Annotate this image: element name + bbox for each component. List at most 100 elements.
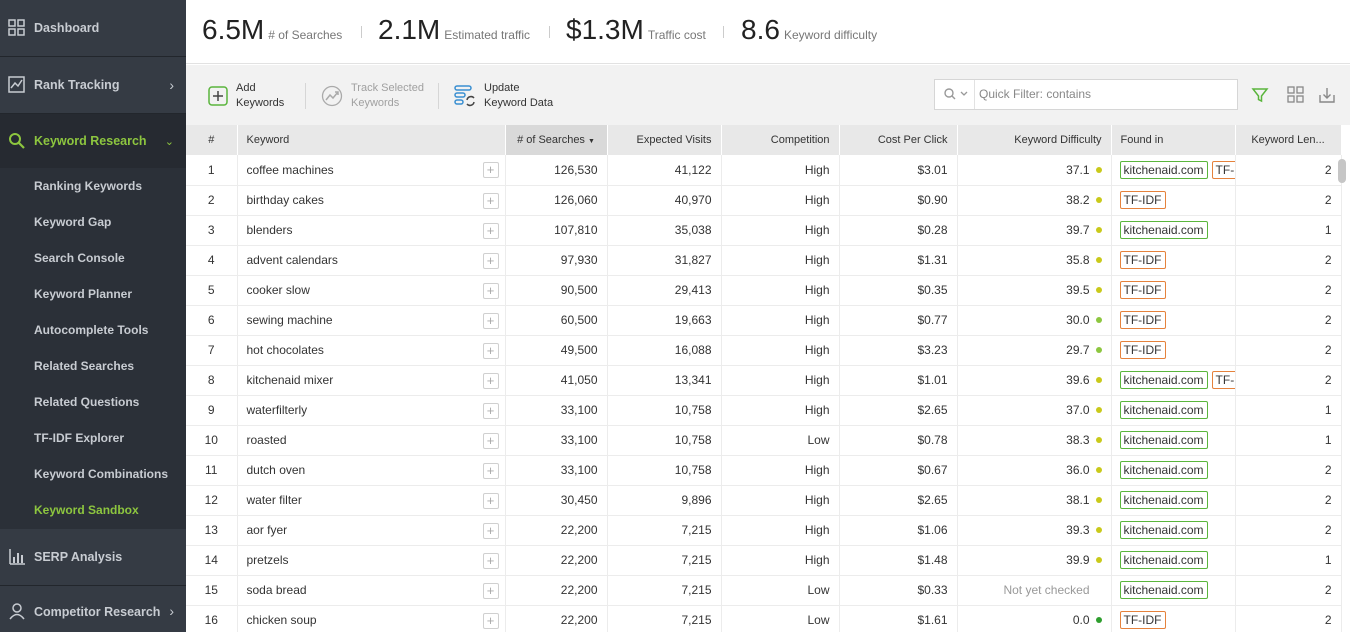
nav-keyword-research[interactable]: Keyword Research ⌄: [0, 114, 186, 168]
cell-keyword-difficulty: 30.0: [957, 305, 1112, 336]
cell-keyword: water filter +: [237, 485, 506, 516]
add-keyword-plus-icon[interactable]: +: [482, 282, 499, 299]
cell-keyword-difficulty: 35.8: [957, 245, 1112, 276]
cell-num: 15: [186, 575, 238, 606]
header-expected-visits[interactable]: Expected Visits: [607, 125, 722, 155]
found-in-tag: TF-IDF: [1119, 251, 1166, 269]
sidebar-item-search-console[interactable]: Search Console: [34, 251, 125, 265]
table-row[interactable]: 2 birthday cakes +126,060 40,970 High $0.90 38…: [186, 185, 1342, 216]
header-searches[interactable]: # of Searches ▼: [505, 125, 608, 155]
header-num[interactable]: #: [186, 125, 238, 155]
sidebar-item-keyword-planner[interactable]: Keyword Planner: [34, 287, 132, 301]
cell-searches: 97,930: [505, 245, 608, 276]
difficulty-status-dot: [1095, 347, 1102, 353]
table-row[interactable]: 1 coffee machines +126,530 41,122 High $3.01 3…: [186, 155, 1342, 186]
sidebar-item-keyword-combinations[interactable]: Keyword Combinations: [34, 467, 168, 481]
add-keyword-plus-icon[interactable]: +: [482, 192, 499, 209]
grid-view-icon[interactable]: [1286, 85, 1306, 105]
nav-dashboard[interactable]: Dashboard: [0, 0, 186, 56]
dashboard-icon: [8, 19, 25, 36]
header-competition[interactable]: Competition: [721, 125, 840, 155]
add-keyword-plus-icon[interactable]: +: [482, 312, 499, 329]
add-keyword-plus-icon[interactable]: +: [482, 402, 499, 419]
add-keyword-plus-icon[interactable]: +: [482, 432, 499, 449]
header-keyword-difficulty[interactable]: Keyword Difficulty: [957, 125, 1112, 155]
table-row[interactable]: 7 hot chocolates +49,500 16,088 High $3.23 29.…: [186, 335, 1342, 366]
filter-funnel-icon[interactable]: [1250, 85, 1270, 105]
header-keyword-length[interactable]: Keyword Len...: [1235, 125, 1342, 155]
keyword-text: aor fyer: [246, 523, 288, 537]
add-keywords-button[interactable]: Add Keywords: [208, 81, 284, 111]
cell-num: 3: [186, 215, 238, 246]
table-row[interactable]: 12 water filter +30,450 9,896 High $2.65 38.1 k…: [186, 485, 1342, 516]
cell-keyword-length: 2: [1235, 335, 1342, 366]
cell-searches: 60,500: [505, 305, 608, 336]
header-cpc[interactable]: Cost Per Click: [839, 125, 958, 155]
nav-rank-tracking[interactable]: Rank Tracking ›: [0, 57, 186, 113]
filter-search-dropdown[interactable]: [935, 80, 975, 109]
sidebar-item-related-searches[interactable]: Related Searches: [34, 359, 134, 373]
add-keyword-plus-icon[interactable]: +: [482, 342, 499, 359]
cell-searches: 126,530: [505, 155, 608, 186]
cell-cpc: $3.01: [839, 155, 958, 186]
sidebar-item-ranking-keywords[interactable]: Ranking Keywords: [34, 179, 142, 193]
table-row[interactable]: 10 roasted +33,100 10,758 Low $0.78 38.3 kitche…: [186, 425, 1342, 456]
user-icon: [9, 603, 25, 620]
sidebar-item-autocomplete-tools[interactable]: Autocomplete Tools: [34, 323, 148, 337]
table-row[interactable]: 4 advent calendars +97,930 31,827 High $1.31 3…: [186, 245, 1342, 276]
keyword-text: advent calendars: [246, 253, 338, 267]
sidebar-item-tf-idf-explorer[interactable]: TF-IDF Explorer: [34, 431, 124, 445]
found-in-tag: kitchenaid.com: [1119, 221, 1208, 239]
header-keyword[interactable]: Keyword: [237, 125, 506, 155]
table-row[interactable]: 13 aor fyer +22,200 7,215 High $1.06 39.3 kitch…: [186, 515, 1342, 546]
cell-found-in: TF-IDF: [1111, 245, 1236, 276]
cell-cpc: $2.65: [839, 395, 958, 426]
found-in-tag: kitchenaid.com: [1119, 521, 1208, 539]
cell-keyword: roasted +: [237, 425, 506, 456]
add-keyword-plus-icon[interactable]: +: [482, 582, 499, 599]
export-download-icon[interactable]: [1317, 85, 1337, 105]
add-keyword-plus-icon[interactable]: +: [482, 372, 499, 389]
found-in-tag: TF-IDF: [1119, 311, 1166, 329]
add-keyword-plus-icon[interactable]: +: [482, 492, 499, 509]
update-keyword-data-button[interactable]: Update Keyword Data: [454, 81, 553, 111]
quick-filter-input[interactable]: [979, 84, 1233, 104]
nav-serp-analysis[interactable]: SERP Analysis: [0, 529, 186, 585]
nav-competitor-research[interactable]: Competitor Research ›: [0, 586, 186, 632]
table-row[interactable]: 9 waterfilterly +33,100 10,758 High $2.65 37.0…: [186, 395, 1342, 426]
keyword-text: roasted: [246, 433, 287, 447]
track-selected-keywords-button[interactable]: Track Selected Keywords: [321, 81, 424, 111]
add-keyword-plus-icon[interactable]: +: [482, 252, 499, 269]
table-row[interactable]: 3 blenders +107,810 35,038 High $0.28 39.7 kitc…: [186, 215, 1342, 246]
table-scrollbar[interactable]: [1338, 155, 1346, 632]
add-keyword-plus-icon[interactable]: +: [482, 552, 499, 569]
scrollbar-thumb[interactable]: [1338, 159, 1346, 183]
cell-cpc: $0.67: [839, 455, 958, 486]
cell-expected-visits: 9,896: [607, 485, 722, 516]
table-row[interactable]: 5 cooker slow +90,500 29,413 High $0.35 39.5 TF…: [186, 275, 1342, 306]
table-row[interactable]: 6 sewing machine +60,500 19,663 High $0.77 30.…: [186, 305, 1342, 336]
add-keyword-plus-icon[interactable]: +: [482, 222, 499, 239]
sidebar-item-keyword-sandbox[interactable]: Keyword Sandbox: [34, 503, 139, 517]
table-row[interactable]: 15 soda bread +22,200 7,215 Low $0.33 Not yet …: [186, 575, 1342, 606]
add-keyword-plus-icon[interactable]: +: [482, 522, 499, 539]
table-row[interactable]: 14 pretzels +22,200 7,215 High $1.48 39.9 kitch…: [186, 545, 1342, 576]
header-found-in[interactable]: Found in: [1111, 125, 1236, 155]
sidebar-item-keyword-gap[interactable]: Keyword Gap: [34, 215, 111, 229]
add-keyword-plus-icon[interactable]: +: [482, 462, 499, 479]
cell-num: 12: [186, 485, 238, 516]
cell-num: 8: [186, 365, 238, 396]
found-in-tag: kitchenaid.com: [1119, 581, 1208, 599]
table-row[interactable]: 16 chicken soup +22,200 7,215 Low $1.61 0.0 TF-…: [186, 605, 1342, 632]
sidebar-item-related-questions[interactable]: Related Questions: [34, 395, 139, 409]
track-label-1: Track Selected: [351, 82, 424, 94]
add-keyword-plus-icon[interactable]: +: [482, 612, 499, 629]
cell-num: 2: [186, 185, 238, 216]
toolbar: Add Keywords Track Selected Keywords Upd…: [186, 65, 1350, 125]
sidebar: Dashboard Rank Tracking › Keyword Resear…: [0, 0, 186, 632]
add-keyword-plus-icon[interactable]: +: [482, 162, 499, 178]
difficulty-value: 39.9: [1066, 553, 1090, 567]
cell-expected-visits: 13,341: [607, 365, 722, 396]
table-row[interactable]: 8 kitchenaid mixer +41,050 13,341 High $1.01 3…: [186, 365, 1342, 396]
table-row[interactable]: 11 dutch oven +33,100 10,758 High $0.67 36.0 ki…: [186, 455, 1342, 486]
